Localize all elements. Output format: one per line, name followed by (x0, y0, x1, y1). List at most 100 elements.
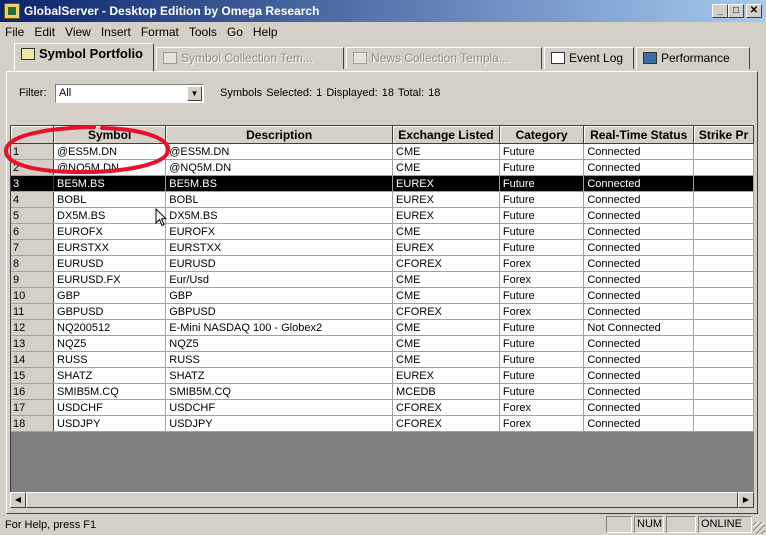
category-cell[interactable]: Forex (499, 255, 585, 272)
row-number[interactable]: 9 (11, 271, 55, 288)
strike-price-cell[interactable] (693, 239, 754, 256)
table-row[interactable]: 15 SHATZ SHATZ EUREX Future Connected (11, 367, 754, 384)
description-cell[interactable]: USDJPY (165, 415, 394, 432)
header-description[interactable]: Description (165, 126, 394, 144)
minimize-button[interactable]: _ (712, 4, 728, 18)
description-cell[interactable]: DX5M.BS (165, 207, 394, 224)
header-strike-price[interactable]: Strike Pr (693, 126, 754, 144)
status-cell[interactable]: Connected (583, 159, 695, 176)
category-cell[interactable]: Future (499, 319, 585, 336)
symbol-cell[interactable]: GBP (53, 287, 167, 304)
exchange-cell[interactable]: CME (392, 143, 500, 160)
exchange-cell[interactable]: CME (392, 351, 500, 368)
status-cell[interactable]: Connected (583, 143, 695, 160)
symbol-cell[interactable]: BE5M.BS (53, 175, 167, 192)
table-row[interactable]: 14 RUSS RUSS CME Future Connected (11, 351, 754, 368)
status-cell[interactable]: Connected (583, 175, 695, 192)
category-cell[interactable]: Future (499, 239, 585, 256)
tab-news-collection-templates[interactable]: News Collection Templa... (346, 47, 542, 69)
status-cell[interactable]: Connected (583, 207, 695, 224)
status-cell[interactable]: Connected (583, 287, 695, 304)
table-row[interactable]: 17 USDCHF USDCHF CFOREX Forex Connected (11, 399, 754, 416)
resize-grip-icon[interactable] (753, 522, 765, 534)
row-number[interactable]: 14 (11, 351, 55, 368)
exchange-cell[interactable]: CME (392, 319, 500, 336)
strike-price-cell[interactable] (693, 383, 754, 400)
strike-price-cell[interactable] (693, 271, 754, 288)
strike-price-cell[interactable] (693, 367, 754, 384)
status-cell[interactable]: Connected (583, 191, 695, 208)
scroll-thumb[interactable] (26, 492, 738, 508)
category-cell[interactable]: Future (499, 367, 585, 384)
row-number[interactable]: 12 (11, 319, 55, 336)
table-row[interactable]: 5 DX5M.BS DX5M.BS EUREX Future Connected (11, 207, 754, 224)
app-icon[interactable] (4, 3, 20, 19)
symbol-grid[interactable]: Symbol Description Exchange Listed Categ… (10, 125, 754, 492)
table-row[interactable]: 12 NQ200512 E-Mini NASDAQ 100 - Globex2 CME… (11, 319, 754, 336)
description-cell[interactable]: USDCHF (165, 399, 394, 416)
menu-help[interactable]: Help (248, 22, 283, 39)
exchange-cell[interactable]: CFOREX (392, 399, 500, 416)
description-cell[interactable]: RUSS (165, 351, 394, 368)
exchange-cell[interactable]: EUREX (392, 367, 500, 384)
description-cell[interactable]: @ES5M.DN (165, 143, 394, 160)
description-cell[interactable]: GBPUSD (165, 303, 394, 320)
table-row[interactable]: 13 NQZ5 NQZ5 CME Future Connected (11, 335, 754, 352)
status-cell[interactable]: Connected (583, 415, 695, 432)
description-cell[interactable]: BE5M.BS (165, 175, 394, 192)
status-cell[interactable]: Not Connected (583, 319, 695, 336)
status-cell[interactable]: Connected (583, 383, 695, 400)
table-row[interactable]: 8 EURUSD EURUSD CFOREX Forex Connected (11, 255, 754, 272)
exchange-cell[interactable]: EUREX (392, 175, 500, 192)
strike-price-cell[interactable] (693, 255, 754, 272)
description-cell[interactable]: Eur/Usd (165, 271, 394, 288)
strike-price-cell[interactable] (693, 159, 754, 176)
row-number[interactable]: 3 (11, 175, 55, 192)
exchange-cell[interactable]: CME (392, 335, 500, 352)
category-cell[interactable]: Future (499, 351, 585, 368)
scroll-left-icon[interactable]: ◀ (10, 492, 26, 508)
exchange-cell[interactable]: EUREX (392, 191, 500, 208)
status-cell[interactable]: Connected (583, 239, 695, 256)
menu-insert[interactable]: Insert (96, 22, 136, 39)
symbol-cell[interactable]: DX5M.BS (53, 207, 167, 224)
category-cell[interactable]: Future (499, 159, 585, 176)
symbol-cell[interactable]: RUSS (53, 351, 167, 368)
status-cell[interactable]: Connected (583, 271, 695, 288)
row-number[interactable]: 8 (11, 255, 55, 272)
description-cell[interactable]: NQZ5 (165, 335, 394, 352)
strike-price-cell[interactable] (693, 319, 754, 336)
symbol-cell[interactable]: EURSTXX (53, 239, 167, 256)
strike-price-cell[interactable] (693, 207, 754, 224)
status-cell[interactable]: Connected (583, 223, 695, 240)
symbol-cell[interactable]: SHATZ (53, 367, 167, 384)
status-cell[interactable]: Connected (583, 367, 695, 384)
description-cell[interactable]: EUROFX (165, 223, 394, 240)
strike-price-cell[interactable] (693, 351, 754, 368)
exchange-cell[interactable]: CFOREX (392, 255, 500, 272)
strike-price-cell[interactable] (693, 415, 754, 432)
row-number[interactable]: 15 (11, 367, 55, 384)
symbol-cell[interactable]: EURUSD.FX (53, 271, 167, 288)
category-cell[interactable]: Forex (499, 271, 585, 288)
category-cell[interactable]: Forex (499, 303, 585, 320)
menu-edit[interactable]: Edit (29, 22, 60, 39)
strike-price-cell[interactable] (693, 223, 754, 240)
dropdown-arrow-icon[interactable]: ▼ (187, 86, 202, 101)
category-cell[interactable]: Future (499, 287, 585, 304)
symbol-cell[interactable]: SMIB5M.CQ (53, 383, 167, 400)
row-number[interactable]: 17 (11, 399, 55, 416)
table-row[interactable]: 18 USDJPY USDJPY CFOREX Forex Connected (11, 415, 754, 432)
description-cell[interactable]: BOBL (165, 191, 394, 208)
category-cell[interactable]: Future (499, 223, 585, 240)
category-cell[interactable]: Future (499, 175, 585, 192)
strike-price-cell[interactable] (693, 303, 754, 320)
symbol-cell[interactable]: EUROFX (53, 223, 167, 240)
category-cell[interactable]: Future (499, 191, 585, 208)
symbol-cell[interactable]: GBPUSD (53, 303, 167, 320)
symbol-cell[interactable]: USDJPY (53, 415, 167, 432)
status-cell[interactable]: Connected (583, 255, 695, 272)
strike-price-cell[interactable] (693, 143, 754, 160)
description-cell[interactable]: EURSTXX (165, 239, 394, 256)
strike-price-cell[interactable] (693, 287, 754, 304)
